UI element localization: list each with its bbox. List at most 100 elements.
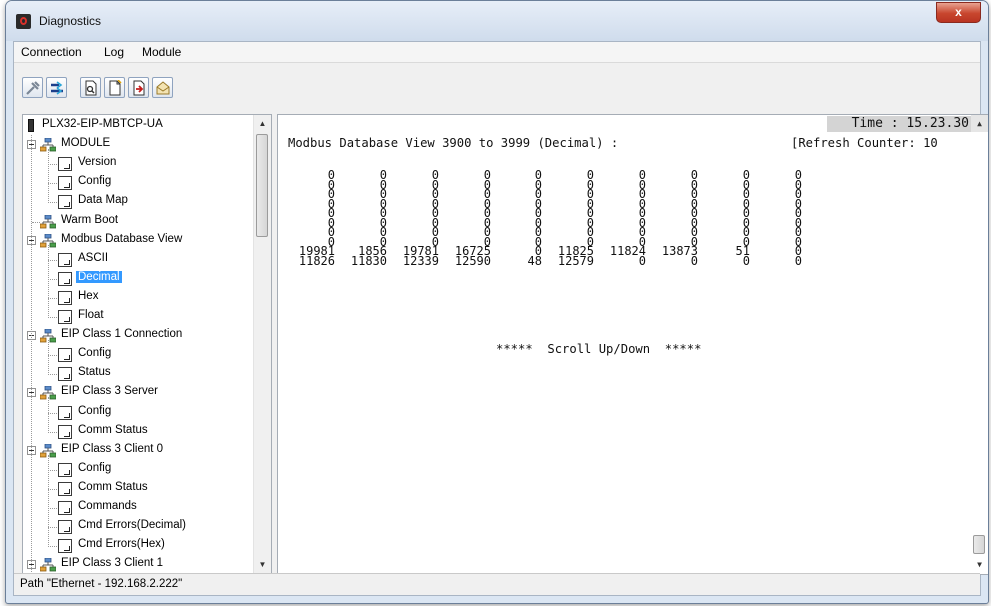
tree-item-module[interactable]: MODULE bbox=[23, 135, 251, 154]
document-icon bbox=[58, 176, 72, 191]
tree-item-label: Float bbox=[78, 309, 104, 321]
document-icon bbox=[58, 252, 72, 267]
document-icon bbox=[58, 310, 72, 324]
tree-item-config[interactable]: Config bbox=[23, 403, 251, 422]
tree-item-label: EIP Class 1 Connection bbox=[61, 328, 183, 341]
tree-item-cmd-errors-decimal[interactable]: Cmd Errors(Decimal) bbox=[23, 517, 251, 536]
tree-item-label: PLX32-EIP-MBTCP-UA bbox=[42, 118, 163, 130]
menu-connection[interactable]: Connection bbox=[21, 45, 82, 59]
tree-item-decimal[interactable]: Decimal bbox=[23, 269, 251, 288]
document-icon bbox=[58, 271, 72, 286]
database-view-pane[interactable]: Time : 15.23.30 Modbus Database View 390… bbox=[277, 114, 988, 575]
tree-item-label: Config bbox=[78, 175, 112, 188]
register-value: 48 bbox=[527, 253, 542, 268]
tree-item-data-map[interactable]: Data Map bbox=[23, 192, 251, 211]
tree-item-config[interactable]: Config bbox=[23, 345, 251, 364]
view-scroll-down-arrow[interactable]: ▼ bbox=[971, 556, 988, 573]
document-icon bbox=[58, 290, 72, 305]
tree-scroll-thumb[interactable] bbox=[256, 134, 268, 237]
tree-item-comm-status[interactable]: Comm Status bbox=[23, 479, 251, 498]
tree-scroll-down-arrow[interactable]: ▼ bbox=[254, 556, 271, 573]
tree-connector bbox=[48, 488, 57, 490]
open-log-icon[interactable] bbox=[80, 77, 101, 98]
title-bar[interactable]: Diagnostics x bbox=[6, 1, 988, 41]
document-icon bbox=[58, 539, 72, 554]
tree-item-label: Status bbox=[78, 366, 111, 379]
register-value: 0 bbox=[742, 253, 750, 268]
tree-item-label: EIP Class 3 Client 1 bbox=[61, 557, 164, 570]
client-area: Connection Log Module PLX32-EIP-MBTCP-UA… bbox=[13, 41, 988, 596]
tree-item-eip-class-3-client-1[interactable]: EIP Class 3 Client 1 bbox=[23, 555, 251, 574]
module-tree[interactable]: PLX32-EIP-MBTCP-UA MODULE Version Config Dat… bbox=[22, 114, 272, 575]
tree-connector bbox=[48, 202, 57, 204]
tree-connector bbox=[48, 454, 49, 548]
tree-item-warm-boot[interactable]: Warm Boot bbox=[23, 212, 251, 231]
connect-icon[interactable] bbox=[46, 77, 67, 98]
tree-item-label: Config bbox=[78, 461, 112, 474]
register-value: 0 bbox=[690, 253, 698, 268]
tree-item-version[interactable]: Version bbox=[23, 154, 251, 173]
menu-module[interactable]: Module bbox=[142, 45, 181, 59]
tree-connector bbox=[48, 183, 57, 185]
tree-item-eip-class-3-server[interactable]: EIP Class 3 Server bbox=[23, 383, 251, 402]
tree-item-config[interactable]: Config bbox=[23, 173, 251, 192]
window-title: Diagnostics bbox=[39, 14, 102, 28]
tree-connector bbox=[48, 149, 49, 204]
status-bar: Path "Ethernet - 192.168.2.222" bbox=[14, 573, 980, 595]
document-icon bbox=[58, 520, 72, 535]
tree-item-eip-class-3-client-0[interactable]: EIP Class 3 Client 0 bbox=[23, 441, 251, 460]
document-icon bbox=[58, 367, 72, 382]
disconnect-icon[interactable] bbox=[22, 77, 43, 98]
new-log-icon[interactable] bbox=[104, 77, 125, 98]
tree-item-comm-status[interactable]: Comm Status bbox=[23, 422, 251, 441]
document-icon bbox=[58, 157, 72, 172]
tree-item-config[interactable]: Config bbox=[23, 460, 251, 479]
save-log-icon[interactable] bbox=[128, 77, 149, 98]
view-scrollbar[interactable]: ▲ ▼ bbox=[971, 115, 988, 574]
app-icon bbox=[16, 14, 31, 29]
view-scroll-up-arrow[interactable]: ▲ bbox=[971, 115, 988, 132]
document-icon bbox=[58, 405, 72, 420]
menu-log[interactable]: Log bbox=[104, 45, 124, 59]
tree-connector bbox=[48, 259, 57, 261]
tree-connector bbox=[48, 527, 57, 529]
tree-connector bbox=[48, 164, 57, 166]
tree-connector bbox=[48, 355, 57, 357]
tree-scrollbar[interactable]: ▲ ▼ bbox=[253, 115, 271, 574]
tree-item-plx32-eip-mbtcp-ua[interactable]: PLX32-EIP-MBTCP-UA bbox=[23, 116, 251, 135]
tree-item-label: MODULE bbox=[61, 137, 111, 150]
tree-item-cmd-errors-hex[interactable]: Cmd Errors(Hex) bbox=[23, 536, 251, 555]
tree-item-eip-class-1-connection[interactable]: EIP Class 1 Connection bbox=[23, 326, 251, 345]
tree-item-float[interactable]: Float bbox=[23, 307, 251, 326]
refresh-counter: [Refresh Counter: 10 bbox=[791, 136, 938, 150]
tree-item-label: Cmd Errors(Hex) bbox=[78, 538, 165, 551]
close-button[interactable]: x bbox=[936, 2, 981, 23]
tree-item-label: Version bbox=[78, 156, 117, 169]
tree-connector bbox=[48, 340, 49, 376]
document-icon bbox=[58, 501, 72, 515]
tree-item-status[interactable]: Status bbox=[23, 364, 251, 383]
tree-connector bbox=[48, 297, 57, 299]
view-heading: Modbus Database View 3900 to 3999 (Decim… bbox=[288, 136, 619, 150]
tree-item-commands[interactable]: Commands bbox=[23, 498, 251, 517]
register-value: 0 bbox=[794, 253, 802, 268]
document-icon bbox=[58, 462, 72, 477]
diagnostics-window: Diagnostics x Connection Log Module PLX3… bbox=[5, 0, 989, 604]
tree-connector bbox=[48, 546, 57, 548]
email-log-icon[interactable] bbox=[152, 77, 173, 98]
tree-item-label: Warm Boot bbox=[61, 213, 119, 226]
tree-item-modbus-database-view[interactable]: Modbus Database View bbox=[23, 231, 251, 250]
register-value: 12339 bbox=[402, 253, 439, 268]
tree-connector bbox=[48, 412, 57, 414]
document-icon bbox=[58, 348, 72, 363]
tree-scroll-up-arrow[interactable]: ▲ bbox=[254, 115, 271, 132]
view-scroll-thumb[interactable] bbox=[973, 535, 985, 554]
tree-item-label: Modbus Database View bbox=[61, 232, 183, 245]
connection-path: Path "Ethernet - 192.168.2.222" bbox=[20, 578, 183, 590]
network-icon bbox=[40, 214, 56, 228]
tree-connector bbox=[31, 135, 32, 574]
tree-item-label: Hex bbox=[78, 289, 99, 302]
tree-item-hex[interactable]: Hex bbox=[23, 288, 251, 307]
tree-connector bbox=[48, 317, 57, 318]
tree-item-ascii[interactable]: ASCII bbox=[23, 250, 251, 269]
